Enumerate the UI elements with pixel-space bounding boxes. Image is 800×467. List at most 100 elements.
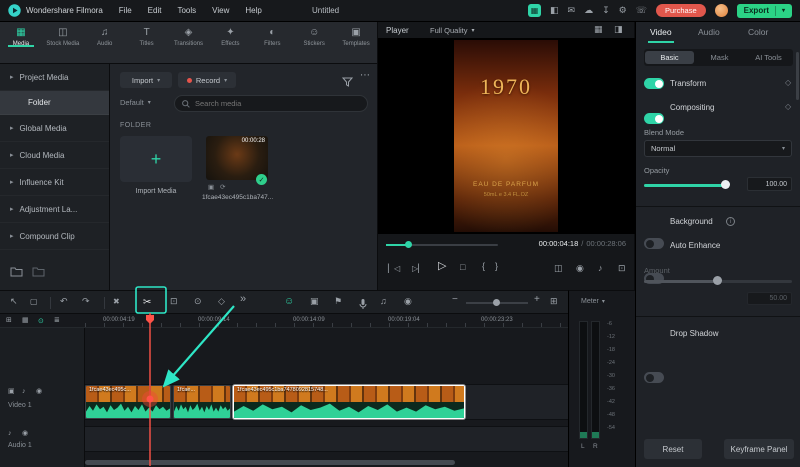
sort-dropdown[interactable]: Default ▾ (120, 98, 151, 107)
transform-keyframe-icon[interactable]: ◇ (785, 78, 791, 87)
sidebar-item-project-media[interactable]: ▸ Project Media (0, 64, 109, 91)
subtab-basic[interactable]: Basic (645, 51, 694, 64)
subtab-ai-tools[interactable]: AI Tools (744, 53, 793, 62)
search-box[interactable] (174, 95, 368, 112)
opacity-slider-handle[interactable] (721, 180, 730, 189)
split-scissors-icon[interactable]: ✂ (143, 297, 151, 308)
export-caret-icon[interactable]: ▾ (782, 7, 785, 14)
marker-icon[interactable]: ⚑ (334, 297, 342, 306)
download-icon[interactable]: ↧ (602, 6, 610, 15)
menu-tools[interactable]: Tools (177, 6, 196, 15)
pointer-tool-icon[interactable]: ↖ (10, 297, 18, 306)
menu-help[interactable]: Help (245, 6, 261, 15)
fullscreen-icon[interactable]: ⊡ (618, 264, 626, 273)
tab-titles[interactable]: T Titles (126, 22, 168, 48)
tab-audio[interactable]: ♫ Audio (84, 22, 126, 48)
snapshot-camera-icon[interactable]: ◉ (576, 264, 584, 273)
tab-audio-props[interactable]: Audio (698, 27, 720, 37)
delete-icon[interactable]: ✖ (113, 298, 120, 306)
support-icon[interactable]: ☏ (636, 6, 647, 15)
sidebar-item-cloud-media[interactable]: ▸ Cloud Media (0, 142, 109, 169)
zoom-in-icon[interactable]: + (534, 295, 540, 305)
undo-icon[interactable]: ↶ (60, 297, 68, 306)
timeline-ruler[interactable]: 00:00:04:19 00:00:09:14 00:00:14:09 00:0… (85, 314, 568, 328)
next-frame-button[interactable]: ▷▏ (412, 265, 424, 273)
microphone-icon[interactable] (358, 297, 368, 315)
track-menu-icon[interactable]: ≣ (54, 317, 60, 324)
compositing-toggle[interactable] (644, 113, 664, 124)
export-button[interactable]: Export ▾ (736, 3, 792, 18)
zoom-out-icon[interactable]: − (452, 295, 458, 305)
sidebar-item-global-media[interactable]: ▸ Global Media (0, 115, 109, 142)
snap-icon[interactable]: ⊙ (38, 317, 44, 325)
search-input[interactable] (195, 99, 355, 108)
quality-dropdown[interactable]: Full Quality ▾ (430, 26, 475, 35)
amount-value[interactable]: 50.00 (747, 292, 792, 305)
mirror-view-icon[interactable]: ◫ (554, 264, 563, 273)
mark-in-button[interactable]: { (482, 262, 485, 271)
timeline-clip[interactable]: 1fcae... (173, 385, 231, 419)
cloud-icon[interactable]: ☁ (584, 6, 593, 15)
tab-stock-media[interactable]: ◫ Stock Media (42, 22, 84, 48)
multi-view-icon[interactable]: ▦ (594, 25, 603, 34)
keyframe-icon[interactable]: ◇ (218, 297, 225, 306)
menu-edit[interactable]: Edit (148, 6, 162, 15)
reset-button[interactable]: Reset (644, 439, 702, 459)
blend-mode-dropdown[interactable]: Normal ▾ (644, 140, 792, 157)
timeline-scrollbar[interactable] (85, 460, 455, 465)
tab-stickers[interactable]: ☺ Stickers (293, 22, 335, 48)
tab-transitions[interactable]: ◈ Transitions (168, 22, 210, 48)
detach-player-icon[interactable]: ◨ (614, 25, 623, 34)
tab-media[interactable]: ▦ Media (0, 22, 42, 47)
keyframe-panel-button[interactable]: Keyframe Panel (724, 439, 794, 459)
opacity-value[interactable]: 100.00 (747, 177, 792, 191)
compositing-keyframe-icon[interactable]: ◇ (785, 102, 791, 111)
tab-color[interactable]: Color (748, 27, 768, 37)
tab-filters[interactable]: ◐ Filters (251, 22, 293, 48)
sticker-tool-icon[interactable]: ☺ (284, 296, 294, 307)
sync-icon[interactable]: ⟳ (220, 183, 225, 191)
track-grid-icon[interactable]: ▦ (22, 317, 29, 324)
filter-icon[interactable] (341, 74, 354, 92)
mark-out-button[interactable]: } (495, 262, 498, 271)
previous-frame-button[interactable]: ▏◁ (388, 265, 400, 273)
timeline-clip-selected[interactable]: 1fcae43ec495c1ba7478092815748... (233, 385, 465, 419)
seek-handle[interactable] (405, 241, 412, 248)
tab-effects[interactable]: ✦ Effects (209, 22, 251, 48)
crop-icon[interactable]: ⊡ (170, 297, 178, 306)
transform-toggle[interactable] (644, 78, 664, 89)
split-screen-icon[interactable]: ◧ (550, 6, 559, 15)
info-icon[interactable]: i (726, 217, 735, 226)
hide-track-icon[interactable]: ◉ (36, 388, 42, 395)
sidebar-item-adjustment-layer[interactable]: ▸ Adjustment La... (0, 196, 109, 223)
background-toggle[interactable] (644, 238, 664, 249)
sidebar-item-folder[interactable]: Folder (0, 91, 109, 115)
settings-icon[interactable]: ⚙ (619, 6, 627, 15)
seek-bar[interactable] (386, 244, 498, 246)
zoom-slider-handle[interactable] (493, 299, 500, 306)
delete-folder-icon[interactable] (32, 264, 45, 282)
hide-track-icon[interactable]: ◉ (22, 430, 28, 437)
tab-video[interactable]: Video (650, 27, 672, 37)
apps-icon[interactable]: ▦ (528, 4, 541, 17)
add-track-icon[interactable]: ⊞ (6, 317, 12, 324)
panel-scrollbar[interactable] (796, 52, 799, 100)
opacity-slider[interactable] (644, 184, 728, 187)
mute-track-icon[interactable]: ♪ (22, 388, 26, 395)
import-media-tile[interactable]: + (120, 136, 192, 182)
stop-button[interactable]: □ (460, 263, 465, 272)
amount-slider-handle[interactable] (713, 276, 722, 285)
new-folder-icon[interactable] (10, 264, 23, 282)
drop-shadow-toggle[interactable] (644, 372, 664, 383)
voiceover-icon[interactable]: ♫ (380, 297, 387, 306)
record-dropdown[interactable]: Record ▾ (178, 72, 236, 88)
render-snapshot-icon[interactable]: ◉ (404, 297, 412, 306)
screen-record-icon[interactable]: ▣ (310, 297, 319, 306)
speaker-icon[interactable]: ♪ (598, 264, 603, 273)
menu-view[interactable]: View (212, 6, 229, 15)
message-icon[interactable]: ✉ (568, 6, 576, 15)
tab-templates[interactable]: ▣ Templates (335, 22, 377, 48)
sidebar-item-compound-clip[interactable]: ▸ Compound Clip (0, 223, 109, 250)
speed-icon[interactable]: ⊙ (194, 297, 202, 306)
purchase-button[interactable]: Purchase (655, 4, 706, 17)
